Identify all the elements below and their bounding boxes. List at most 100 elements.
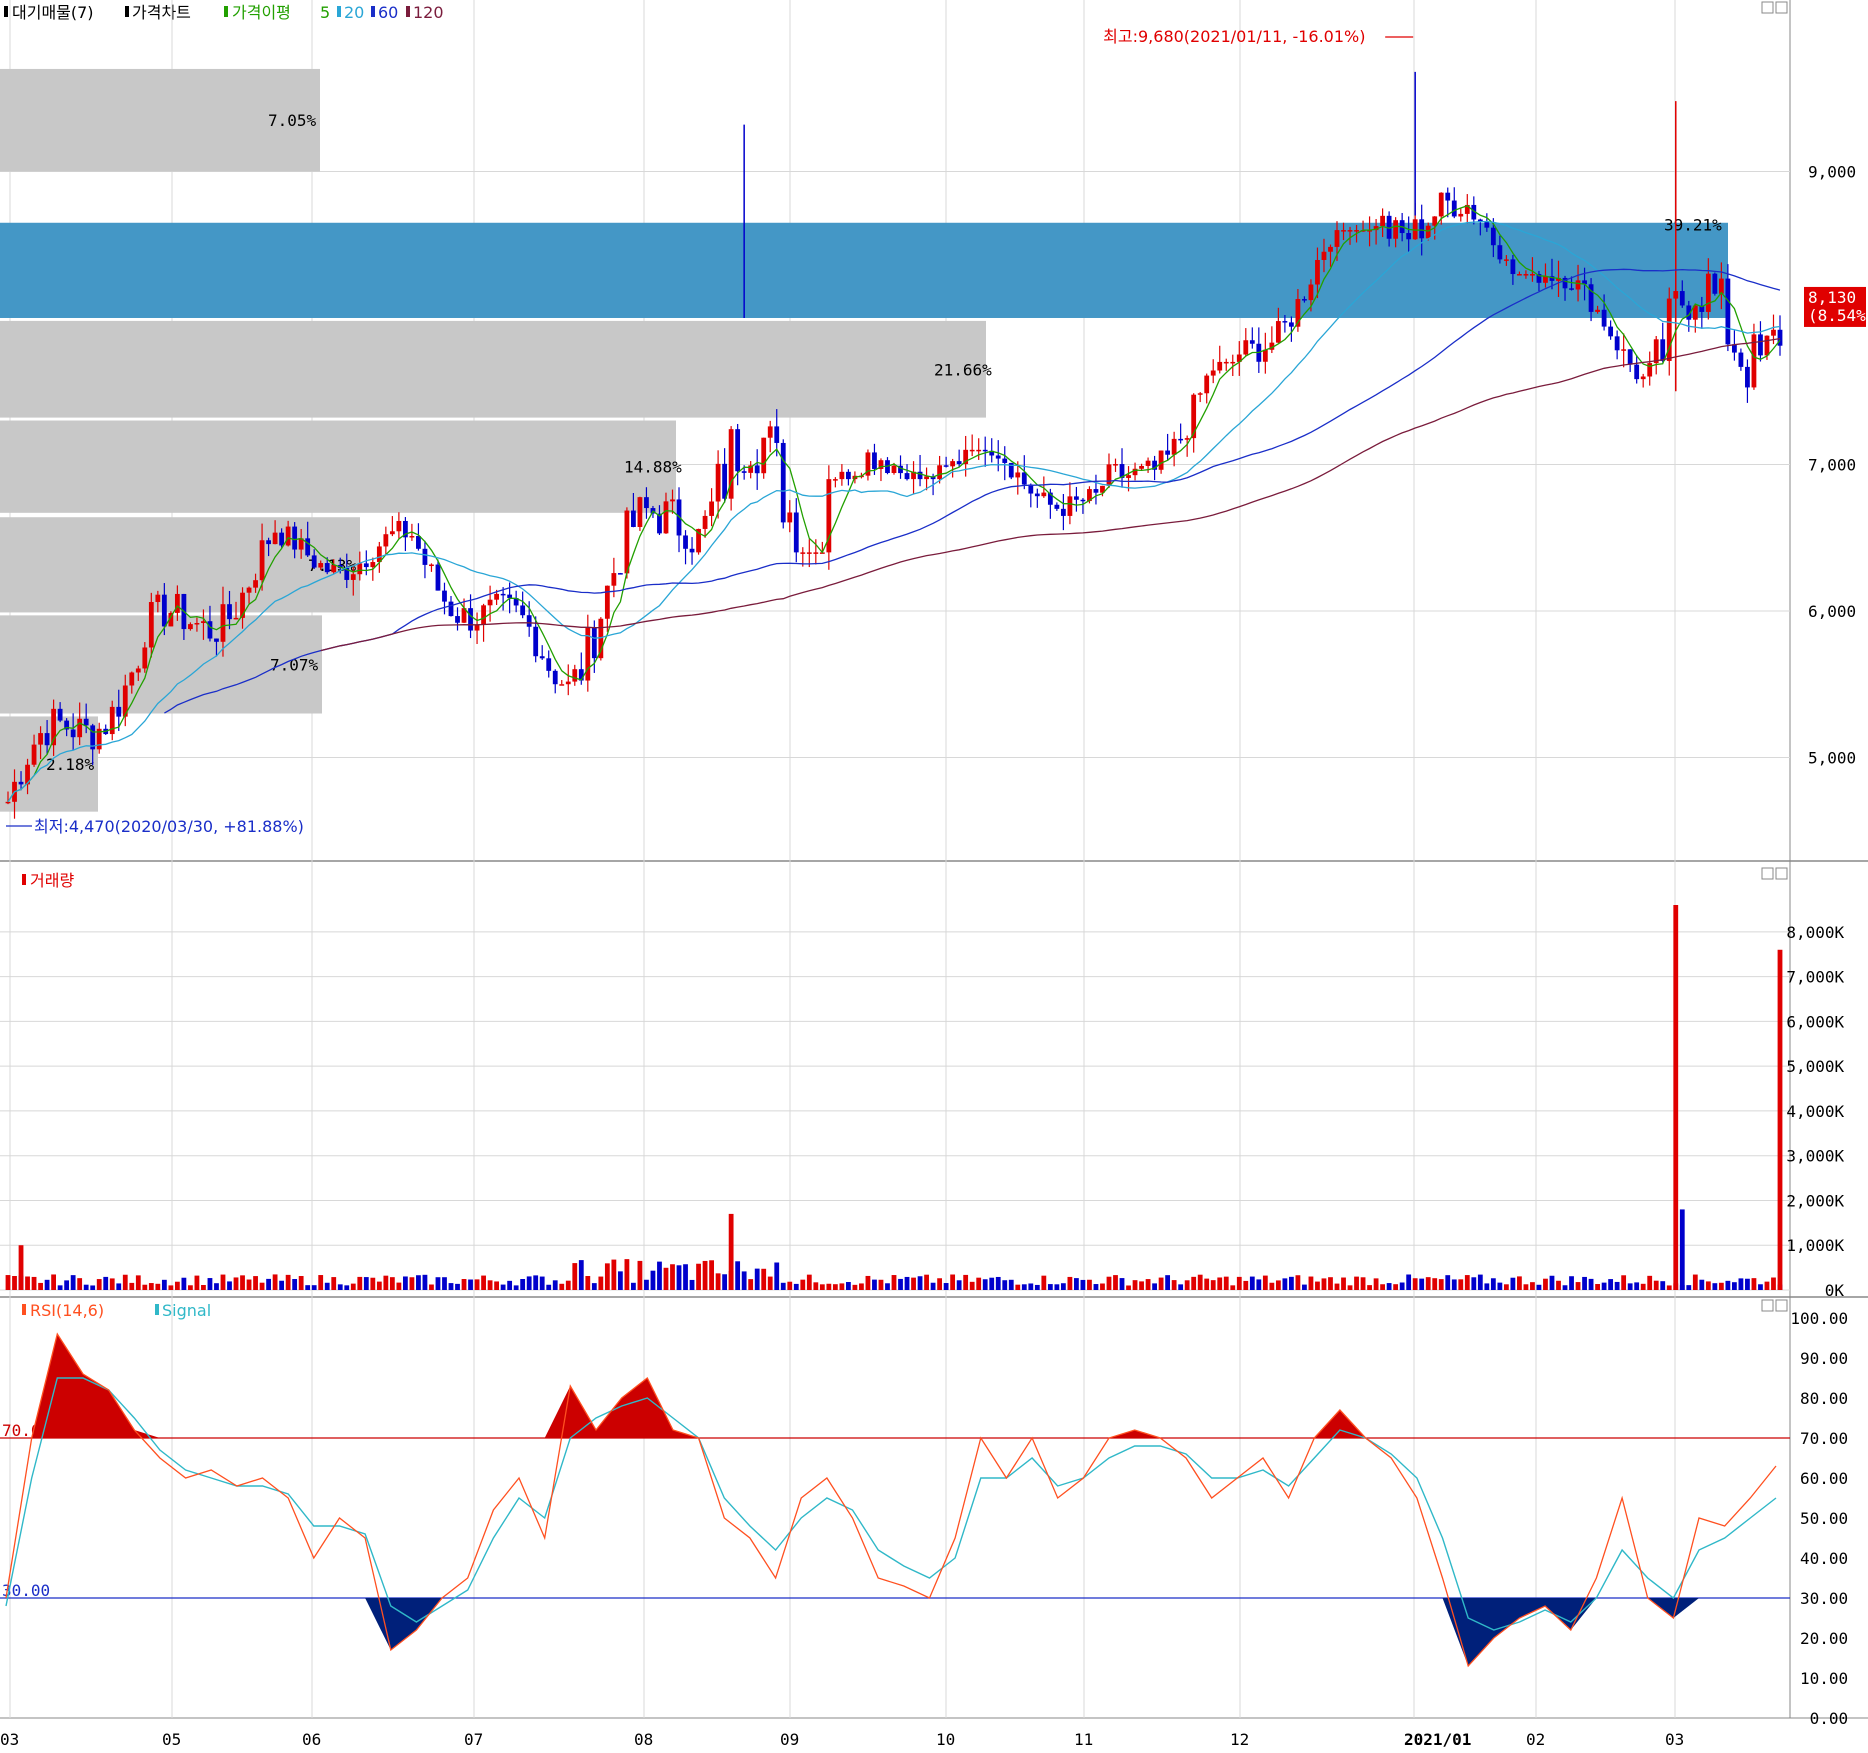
volume-bar: [1191, 1276, 1197, 1290]
volume-bar: [389, 1277, 395, 1290]
candle-body: [787, 512, 793, 523]
y-tick-label: 7,000: [1808, 455, 1856, 474]
price-close-button[interactable]: [1775, 1, 1788, 14]
candle-body: [1126, 475, 1131, 478]
volume-bar: [350, 1283, 356, 1290]
rsi-tick-label: 10.00: [1800, 1669, 1848, 1688]
candle-body: [188, 624, 193, 630]
candle-body: [1758, 334, 1763, 356]
candle-body: [1171, 438, 1177, 455]
rsi-oversold-fill: [6, 1598, 1776, 1666]
volume-bar: [1614, 1281, 1620, 1290]
volume-bar: [285, 1274, 291, 1290]
volume-bar: [1034, 1284, 1040, 1290]
candle-body: [1575, 280, 1581, 290]
volume-bar: [363, 1277, 369, 1290]
volume-bar: [1660, 1281, 1666, 1290]
chart-body: 03 05 06 07 08 09 10 11 12 2021/01 02 03 5,000 6,000 7…: [0, 0, 1868, 1749]
volume-bar: [624, 1259, 630, 1290]
candle-body: [279, 532, 285, 546]
candle-body: [142, 647, 148, 669]
volume-close-button[interactable]: [1775, 867, 1788, 880]
candle-body: [591, 627, 597, 659]
candle-body: [487, 599, 493, 606]
candle-body: [161, 594, 167, 627]
volume-bar: [1165, 1275, 1171, 1290]
volume-bar: [1106, 1276, 1112, 1290]
volume-bar: [201, 1284, 206, 1290]
candle-body: [1406, 233, 1412, 240]
volume-bar: [1621, 1275, 1627, 1290]
volume-bar: [51, 1274, 57, 1290]
volume-bar: [161, 1279, 167, 1290]
volume-bar: [832, 1284, 838, 1290]
candle-body: [735, 429, 741, 472]
supply-zone: [0, 320, 986, 418]
candle-body: [44, 733, 50, 746]
candle-body: [422, 548, 428, 565]
volume-bar: [227, 1281, 232, 1290]
volume-bar: [813, 1282, 819, 1290]
candle-body: [70, 729, 76, 738]
candle-body: [77, 718, 83, 738]
volume-bar: [1705, 1281, 1711, 1290]
candle-body: [1197, 393, 1203, 395]
volume-minimize-button[interactable]: [1761, 867, 1774, 880]
rsi-tick-label: 30.00: [1800, 1589, 1848, 1608]
candle-body: [1523, 274, 1529, 276]
volume-bar: [1139, 1281, 1144, 1290]
volume-bar: [1758, 1284, 1763, 1290]
candle-body: [631, 510, 636, 527]
candle-body: [950, 461, 956, 467]
volume-bar: [1530, 1282, 1535, 1290]
volume-bar: [1432, 1278, 1438, 1290]
panel-buttons[interactable]: [1761, 1, 1788, 1312]
volume-bar: [1008, 1279, 1014, 1290]
volume-bar: [1653, 1280, 1659, 1290]
volume-bar: [337, 1284, 343, 1290]
volume-bar: [1074, 1278, 1079, 1290]
volume-bar: [826, 1283, 832, 1290]
volume-bar: [1686, 1285, 1692, 1290]
legend-swatch-volume: [22, 874, 26, 885]
volume-bar: [279, 1280, 285, 1290]
price-minimize-button[interactable]: [1761, 1, 1774, 14]
volume-bar: [1764, 1281, 1770, 1290]
volume-bar: [845, 1282, 851, 1290]
volume-bar: [396, 1282, 402, 1290]
volume-bar: [481, 1275, 486, 1290]
volume-bar: [513, 1285, 519, 1290]
legend-ma120: 120: [413, 3, 444, 22]
legend-ma5: 5: [320, 3, 330, 22]
candle-body: [1718, 278, 1724, 294]
volume-bar: [1269, 1282, 1275, 1290]
volume-tick-label: 2,000K: [1786, 1191, 1844, 1210]
candle-body: [1262, 349, 1268, 362]
candle-body: [767, 426, 773, 438]
volume-bar: [1015, 1284, 1021, 1290]
volume-bar: [435, 1277, 441, 1290]
candle-body: [969, 449, 975, 452]
volume-bar: [207, 1278, 213, 1290]
rsi-close-button[interactable]: [1775, 1299, 1788, 1312]
candle-body: [741, 471, 747, 473]
candle-body: [1764, 335, 1770, 356]
legend-swatch-price: [125, 6, 129, 17]
volume-bar: [1458, 1279, 1464, 1290]
candle-body: [937, 465, 943, 480]
volume-bar: [1536, 1284, 1542, 1290]
candle-body: [1060, 508, 1066, 516]
volume-bar: [1751, 1278, 1757, 1290]
x-tick-label: 07: [464, 1730, 483, 1749]
volume-bar: [617, 1271, 623, 1290]
volume-bar: [670, 1264, 675, 1290]
volume-bar: [474, 1279, 480, 1290]
candle-body: [246, 587, 252, 593]
candle-body: [148, 602, 154, 648]
volume-tick-label: 7,000K: [1786, 968, 1844, 987]
volume-bar: [741, 1271, 747, 1290]
rsi-minimize-button[interactable]: [1761, 1299, 1774, 1312]
volume-bar: [1380, 1284, 1386, 1290]
volume-bar: [1145, 1279, 1151, 1290]
candle-body: [468, 608, 473, 631]
